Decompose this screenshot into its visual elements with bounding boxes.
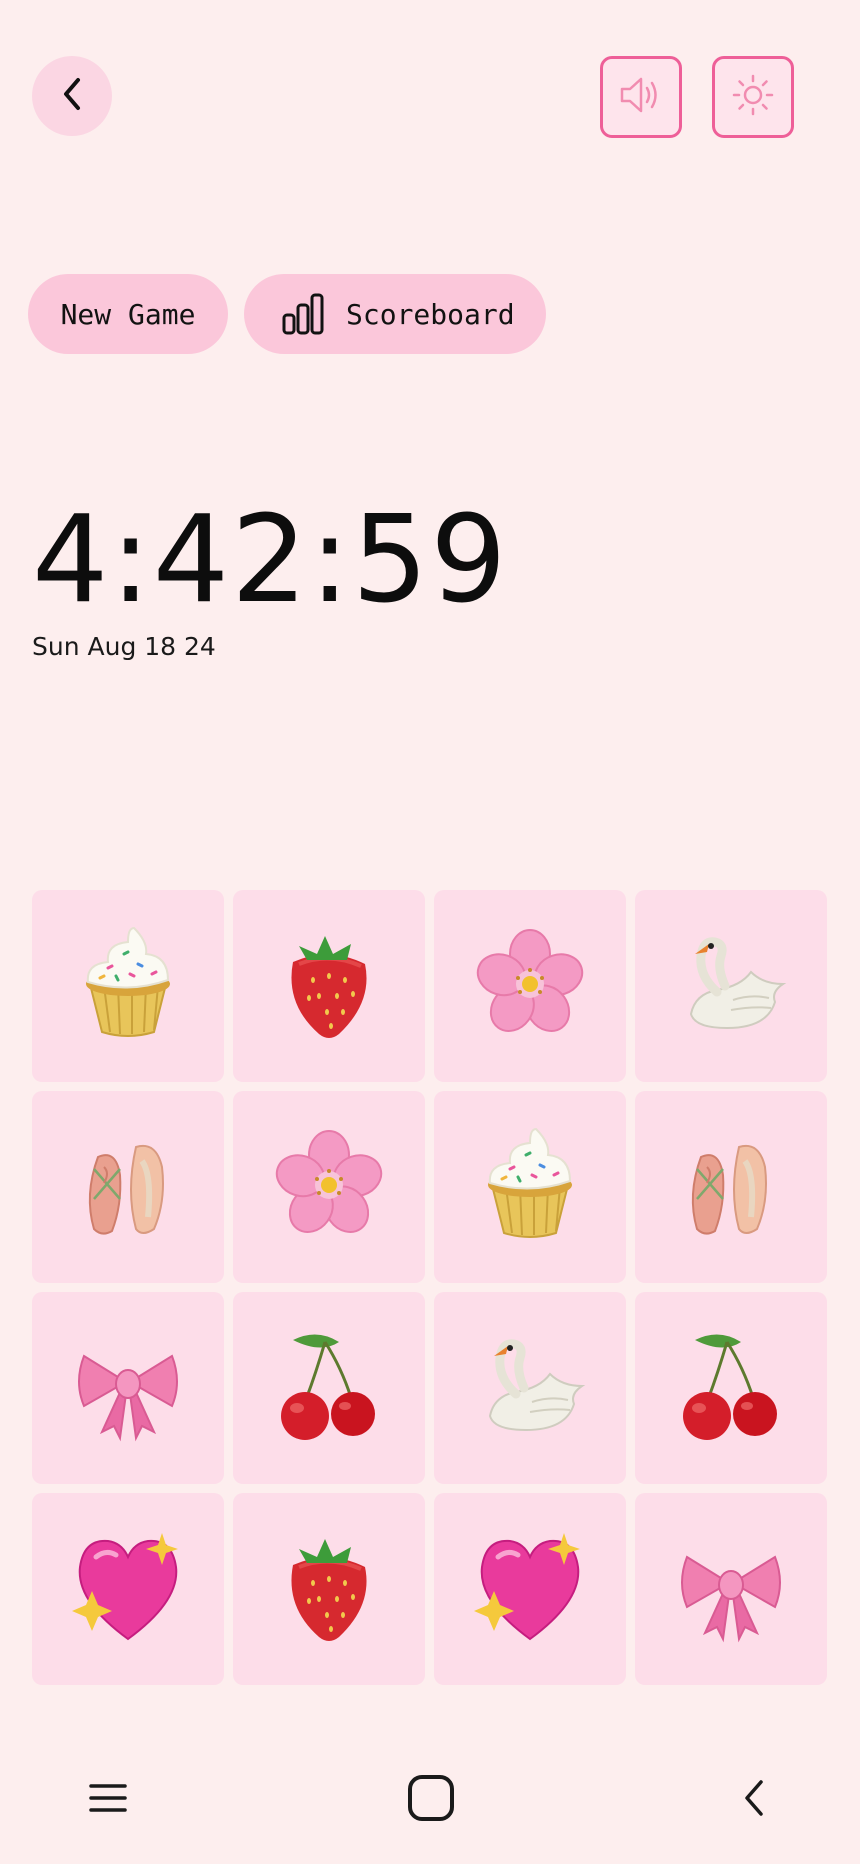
speaker-icon xyxy=(616,70,666,125)
card-tile[interactable] xyxy=(32,890,224,1082)
strawberry-icon xyxy=(269,1527,389,1652)
cherries-icon xyxy=(269,1326,389,1451)
card-tile[interactable] xyxy=(233,1091,425,1283)
game-board xyxy=(32,890,828,1685)
nav-menu-button[interactable] xyxy=(86,1772,130,1828)
card-tile[interactable] xyxy=(32,1493,224,1685)
card-tile[interactable] xyxy=(32,1292,224,1484)
strawberry-icon xyxy=(269,924,389,1049)
sound-toggle-button[interactable] xyxy=(600,56,682,138)
scoreboard-label: Scoreboard xyxy=(346,297,515,331)
card-tile[interactable] xyxy=(635,890,827,1082)
cupcake-icon xyxy=(470,1125,590,1250)
swan-icon xyxy=(470,1326,590,1451)
ballet-shoes-icon xyxy=(671,1125,791,1250)
new-game-label: New Game xyxy=(60,297,196,331)
card-tile[interactable] xyxy=(434,1493,626,1685)
new-game-button[interactable]: New Game xyxy=(28,274,228,354)
card-tile[interactable] xyxy=(434,1091,626,1283)
back-button[interactable] xyxy=(32,56,112,136)
card-tile[interactable] xyxy=(32,1091,224,1283)
ribbon-bow-icon xyxy=(68,1326,188,1451)
clock-time: 4:42:59 xyxy=(32,491,509,630)
app-screen: New Game Scoreboard 4:42:59 Sun Aug 18 2… xyxy=(0,0,860,1864)
chevron-left-icon xyxy=(56,74,88,119)
sparkling-heart-icon xyxy=(470,1527,590,1652)
nav-back-button[interactable] xyxy=(736,1772,772,1828)
theme-toggle-button[interactable] xyxy=(712,56,794,138)
bar-chart-icon xyxy=(280,291,326,337)
swan-icon xyxy=(671,924,791,1049)
card-tile[interactable] xyxy=(635,1292,827,1484)
menu-icon xyxy=(88,1781,128,1820)
clock-date: Sun Aug 18 24 xyxy=(32,632,216,661)
nav-home-button[interactable] xyxy=(406,1772,456,1828)
card-tile[interactable] xyxy=(233,1292,425,1484)
card-tile[interactable] xyxy=(434,890,626,1082)
sparkling-heart-icon xyxy=(68,1527,188,1652)
home-icon xyxy=(406,1773,456,1828)
cherry-blossom-icon xyxy=(269,1125,389,1250)
card-tile[interactable] xyxy=(635,1091,827,1283)
cherries-icon xyxy=(671,1326,791,1451)
card-tile[interactable] xyxy=(635,1493,827,1685)
scoreboard-button[interactable]: Scoreboard xyxy=(244,274,546,354)
card-tile[interactable] xyxy=(233,890,425,1082)
cupcake-icon xyxy=(68,924,188,1049)
card-tile[interactable] xyxy=(434,1292,626,1484)
back-icon xyxy=(739,1778,769,1823)
ballet-shoes-icon xyxy=(68,1125,188,1250)
card-tile[interactable] xyxy=(233,1493,425,1685)
cherry-blossom-icon xyxy=(470,924,590,1049)
ribbon-bow-icon xyxy=(671,1527,791,1652)
sun-icon xyxy=(731,73,775,122)
